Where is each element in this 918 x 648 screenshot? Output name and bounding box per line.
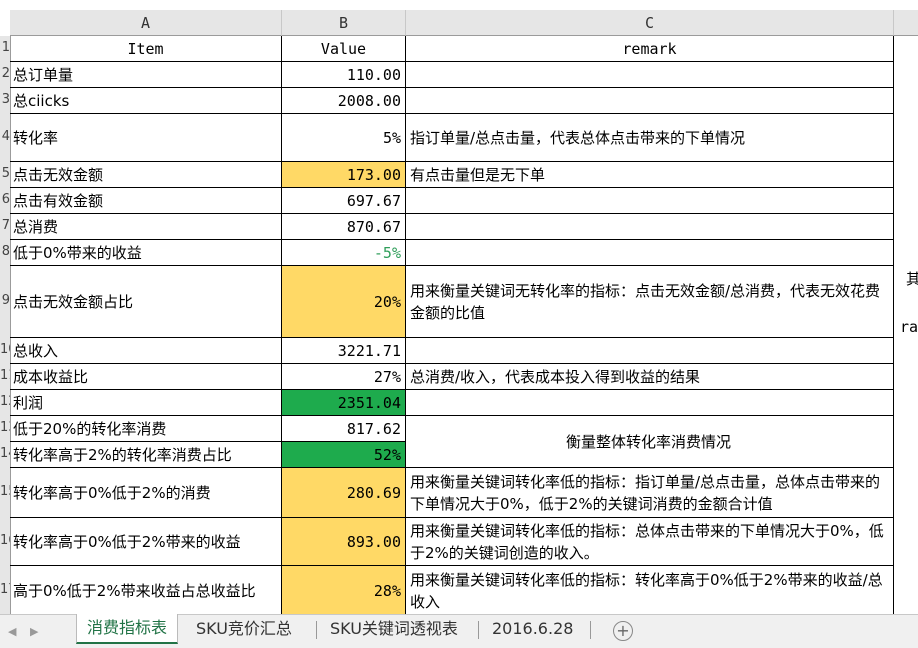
column-header-b[interactable]: B [282,10,406,36]
row-number[interactable]: 15 [0,484,10,499]
tab-separator [478,621,479,639]
column-header-a[interactable]: A [10,10,282,36]
cell-item[interactable]: 总消费 [10,214,282,240]
cell-remark[interactable]: 用来衡量关键词无转化率的指标：点击无效金额/总消费，代表无效花费金额的比值 [406,266,894,338]
cell-item[interactable]: 高于0%低于2%带来收益占总收益比 [10,566,282,616]
cell-item[interactable]: 总收入 [10,338,282,364]
scroll-right-icon[interactable]: ▶ [30,625,38,638]
cell-value[interactable]: 27% [282,364,406,390]
row-number[interactable]: 14 [0,446,10,461]
sheet-tab-sku-keyword-pivot[interactable]: SKU关键词透视表 [320,615,468,643]
cell-remark-merged[interactable]: 衡量整体转化率消费情况 [406,416,894,468]
cell-item[interactable]: 转化率高于0%低于2%带来的收益 [10,518,282,566]
cell-item[interactable]: 成本收益比 [10,364,282,390]
cell-item[interactable]: 点击无效金额占比 [10,266,282,338]
row-number[interactable]: 10 [0,342,10,357]
cell-value[interactable]: 280.69 [282,468,406,518]
row-number[interactable]: 2 [0,66,10,81]
cell-value[interactable]: 817.62 [282,416,406,442]
cell-remark[interactable] [406,88,894,114]
cell-remark[interactable]: 用来衡量关键词转化率低的指标：总体点击带来的下单情况大于0%，低于2%的关键词创… [406,518,894,566]
tab-separator [590,621,591,639]
cell-value[interactable]: 893.00 [282,518,406,566]
cell-value[interactable]: 2008.00 [282,88,406,114]
cell-remark[interactable] [406,62,894,88]
cell-item[interactable]: 转化率 [10,114,282,162]
cell-item[interactable]: 点击有效金额 [10,188,282,214]
cell-remark[interactable]: 总消费/收入，代表成本投入得到收益的结果 [406,364,894,390]
cell-remark[interactable] [406,240,894,266]
row-number[interactable]: 13 [0,420,10,435]
cell-value[interactable]: 20% [282,266,406,338]
sheet-tab-bar: ◀ ▶ 消费指标表 SKU竞价汇总 SKU关键词透视表 2016.6.28 + [0,614,918,648]
cell-item[interactable]: 低于20%的转化率消费 [10,416,282,442]
cell-remark[interactable]: 用来衡量关键词转化率低的指标：转化率高于0%低于2%带来的收益/总收入 [406,566,894,616]
cell-remark[interactable] [406,214,894,240]
column-header-c[interactable]: C [406,10,894,36]
cell-remark[interactable] [406,338,894,364]
cell-value[interactable]: 2351.04 [282,390,406,416]
row-number[interactable]: 12 [0,394,10,409]
cell-item[interactable]: 总ciicks [10,88,282,114]
overflow-text-2: ra [900,318,918,336]
cell-remark[interactable]: 有点击量但是无下单 [406,162,894,188]
row-number[interactable]: 6 [0,192,10,207]
row-number[interactable]: 5 [0,166,10,181]
cell-remark[interactable] [406,188,894,214]
row-number[interactable]: 3 [0,92,10,107]
cell-value[interactable]: -5% [282,240,406,266]
cell-item[interactable]: 点击无效金额 [10,162,282,188]
tab-separator [316,621,317,639]
cell-value[interactable]: 52% [282,442,406,468]
cell-value[interactable]: 3221.71 [282,338,406,364]
header-value[interactable]: Value [282,36,406,62]
cell-item[interactable]: 转化率高于0%低于2%的消费 [10,468,282,518]
cell-value[interactable]: 28% [282,566,406,616]
cell-item[interactable]: 总订单量 [10,62,282,88]
add-sheet-icon[interactable]: + [613,621,633,641]
cell-value[interactable]: 697.67 [282,188,406,214]
cell-value[interactable]: 5% [282,114,406,162]
cell-value[interactable]: 173.00 [282,162,406,188]
cell-value[interactable]: 110.00 [282,62,406,88]
overflow-text-1: 其 [906,270,918,288]
row-number[interactable]: 7 [0,218,10,233]
sheet-tab-consumption[interactable]: 消费指标表 [76,614,179,644]
cell-remark[interactable] [406,390,894,416]
row-number[interactable]: 4 [0,129,10,144]
sheet-tab-sku-bid-summary[interactable]: SKU竞价汇总 [186,615,302,643]
row-number[interactable]: 9 [0,293,10,308]
cell-remark[interactable]: 指订单量/总点击量，代表总体点击带来的下单情况 [406,114,894,162]
header-remark[interactable]: remark [406,36,894,62]
row-number[interactable]: 1 [0,40,10,55]
cell-item[interactable]: 利润 [10,390,282,416]
column-header-d[interactable] [894,10,918,36]
row-number[interactable]: 8 [0,244,10,259]
row-number[interactable]: 17 [0,582,10,597]
cell-item[interactable]: 转化率高于2%的转化率消费占比 [10,442,282,468]
row-number[interactable]: 16 [0,533,10,548]
cell-item[interactable]: 低于0%带来的收益 [10,240,282,266]
scroll-left-icon[interactable]: ◀ [8,625,16,638]
sheet-tab-2016-6-28[interactable]: 2016.6.28 [482,615,583,643]
cell-value[interactable]: 870.67 [282,214,406,240]
cell-remark[interactable]: 用来衡量关键词转化率低的指标：指订单量/总点击量，总体点击带来的下单情况大于0%… [406,468,894,518]
header-item[interactable]: Item [10,36,282,62]
row-number[interactable]: 11 [0,368,10,383]
